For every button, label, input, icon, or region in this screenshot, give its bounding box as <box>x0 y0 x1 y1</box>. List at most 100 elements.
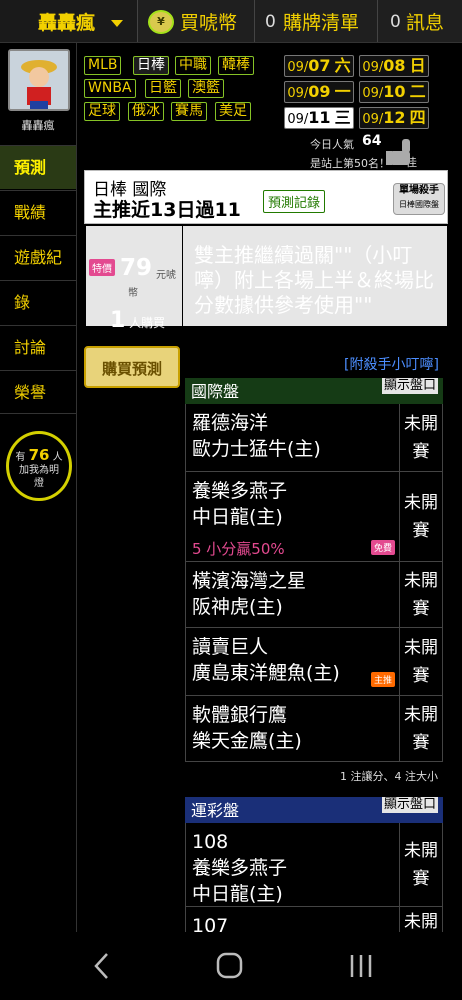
table-row: 讀賣巨人 廣島東洋鯉魚(主) 主推 未開賽 <box>185 628 443 696</box>
recent-apps-icon[interactable] <box>348 952 374 980</box>
card-headline: 主推近13日過11 <box>93 199 241 221</box>
sidebar-item-game-log[interactable]: 遊戲紀 <box>0 235 76 279</box>
game-status: 未開賽 <box>399 628 442 695</box>
home-team: 歐力士猛牛(主) <box>192 438 321 460</box>
league-aus-basketball[interactable]: 澳籃 <box>188 79 224 98</box>
messages-button[interactable]: 0 訊息 <box>378 0 462 42</box>
table-row: 橫濱海灣之星 阪神虎(主) 未開賽 <box>185 562 443 628</box>
sidebar-item-game-log-cont[interactable]: 錄 <box>0 280 76 324</box>
home-team: 樂天金鷹(主) <box>192 730 302 752</box>
lottery-show-odds-button[interactable]: 顯示盤口 <box>381 797 438 813</box>
date-0910[interactable]: 09/10 二 <box>359 81 429 103</box>
attach-tips-link[interactable]: [附殺手小叮嚀] <box>344 354 439 374</box>
away-team: 讀賣巨人 <box>192 636 269 658</box>
popularity-value: 64 <box>362 133 382 149</box>
user-menu[interactable]: 轟轟瘋 <box>0 0 138 42</box>
pick-summary-note: 1 注讓分、4 注大小 <box>340 770 438 783</box>
table-row: 軟體銀行鷹 樂天金鷹(主) 未開賽 <box>185 696 443 762</box>
league-wnba[interactable]: WNBA <box>84 79 136 98</box>
table-row: 108 養樂多燕子 中日龍(主) 未開賽 <box>185 823 443 907</box>
away-team: 養樂多燕子 <box>192 480 288 502</box>
sidebar-user-name: 轟轟瘋 <box>21 119 55 132</box>
away-team: 養樂多燕子 <box>192 857 288 879</box>
bulb-count: 76 <box>28 446 50 464</box>
bulb-line2: 加我為明 <box>19 465 59 476</box>
buy-prediction-label: 購買預測 <box>101 360 162 378</box>
home-team: 阪神虎(主) <box>192 596 283 618</box>
table-row: 養樂多燕子 中日龍(主) 5 小分贏50% 免費 未開賽 <box>185 472 443 562</box>
home-icon[interactable] <box>216 952 244 980</box>
user-name: 轟轟瘋 <box>38 12 96 34</box>
sidebar-item-honor[interactable]: 榮譽 <box>0 370 76 414</box>
league-horse-racing[interactable]: 賽馬 <box>171 102 207 121</box>
killer-badge-title: 單場殺手 <box>399 185 439 196</box>
buyers-label: 人購買 <box>129 316 166 330</box>
system-nav-bar <box>0 932 462 1000</box>
buyers-count: 1 人購買 <box>110 308 165 333</box>
away-team: 軟體銀行鷹 <box>192 704 288 726</box>
major-pick-badge: 主推 <box>371 672 396 687</box>
pick-result: 5 小分贏50% <box>192 540 285 558</box>
free-badge: 免費 <box>371 540 396 555</box>
intl-table-title: 國際盤 <box>191 382 240 401</box>
sidebar-item-record[interactable]: 戰績 <box>0 190 76 234</box>
home-team: 中日龍(主) <box>192 883 283 905</box>
bulb-suffix: 人 <box>52 452 63 463</box>
intl-table-header: 國際盤 顯示盤口 <box>185 378 443 404</box>
back-icon[interactable] <box>92 952 112 980</box>
price-amount: 79 <box>120 255 153 281</box>
date-0908[interactable]: 09/08 日 <box>359 55 429 77</box>
prediction-header-card: 日棒 國際 主推近13日過11 預測記錄 單場殺手 日棒國際盤 <box>84 170 448 224</box>
table-row: 羅德海洋 歐力士猛牛(主) 未開賽 <box>185 404 443 472</box>
prediction-description: 雙主推繼續過關""（小叮嚀）附上各場上半＆終場比分數據供參考使用"" <box>183 226 447 326</box>
league-russian-hockey[interactable]: 俄冰 <box>128 102 164 121</box>
home-team: 中日龍(主) <box>192 506 283 528</box>
away-team: 羅德海洋 <box>192 412 269 434</box>
league-soccer[interactable]: 足球 <box>84 102 120 121</box>
sidebar-item-discuss[interactable]: 討論 <box>0 325 76 369</box>
buy-coins-button[interactable]: ¥ 買唬幣 <box>138 0 255 42</box>
thumbs-up-icon <box>386 139 410 165</box>
league-jpn-baseball[interactable]: 日棒 <box>133 56 169 75</box>
purchase-list-count: 0 <box>265 12 276 32</box>
purchase-list-label: 購牌清單 <box>283 12 360 34</box>
coin-icon: ¥ <box>148 10 174 34</box>
avatar[interactable] <box>8 49 70 111</box>
game-status: 未開賽 <box>399 696 442 761</box>
league-mlb[interactable]: MLB <box>84 56 122 75</box>
messages-label: 訊息 <box>406 12 445 34</box>
sidebar-item-predict[interactable]: 預測 <box>0 145 76 189</box>
popularity-rank: 是站上第50名！ <box>310 157 390 170</box>
league-cpbl[interactable]: 中職 <box>175 56 211 75</box>
buy-prediction-button[interactable]: 購買預測 <box>84 346 180 388</box>
lightbulb-badge[interactable]: 有 76 人 加我為明 燈 <box>6 431 72 501</box>
game-status: 未開賽 <box>399 472 442 561</box>
home-team: 廣島東洋鯉魚(主) <box>192 662 340 684</box>
away-team: 橫濱海灣之星 <box>192 570 307 592</box>
avatar-image <box>10 51 68 109</box>
date-0909[interactable]: 09/09 一 <box>284 81 354 103</box>
league-nfl[interactable]: 美足 <box>215 102 251 121</box>
lottery-table-title: 運彩盤 <box>191 801 240 820</box>
intl-show-odds-button[interactable]: 顯示盤口 <box>381 378 438 394</box>
league-kbo[interactable]: 韓棒 <box>218 56 254 75</box>
chevron-down-icon <box>111 20 123 27</box>
league-jpn-basketball[interactable]: 日籃 <box>145 79 181 98</box>
lottery-table-header: 運彩盤 顯示盤口 <box>185 797 443 823</box>
buy-coins-label: 買唬幣 <box>180 12 238 34</box>
game-number: 108 <box>192 831 229 853</box>
killer-badge-subtitle: 日棒國際盤 <box>399 200 439 209</box>
price-unit2: 幣 <box>128 288 138 299</box>
purchase-list-button[interactable]: 0 購牌清單 <box>255 0 378 42</box>
date-0907[interactable]: 09/07 六 <box>284 55 354 77</box>
sidebar: 轟轟瘋 預測 戰績 遊戲紀 錄 討論 榮譽 有 76 人 加我為明 燈 <box>0 43 77 933</box>
game-status: 未開賽 <box>399 562 442 627</box>
prediction-record-button[interactable]: 預測記錄 <box>263 190 326 213</box>
popularity-label: 今日人氣 <box>310 138 354 151</box>
date-0911[interactable]: 09/11 三 <box>284 107 354 129</box>
bulb-prefix: 有 <box>15 452 26 463</box>
price-unit: 元唬 <box>156 270 176 281</box>
messages-count: 0 <box>390 12 401 32</box>
date-0912[interactable]: 09/12 四 <box>359 107 429 129</box>
bulb-line3: 燈 <box>34 478 44 489</box>
